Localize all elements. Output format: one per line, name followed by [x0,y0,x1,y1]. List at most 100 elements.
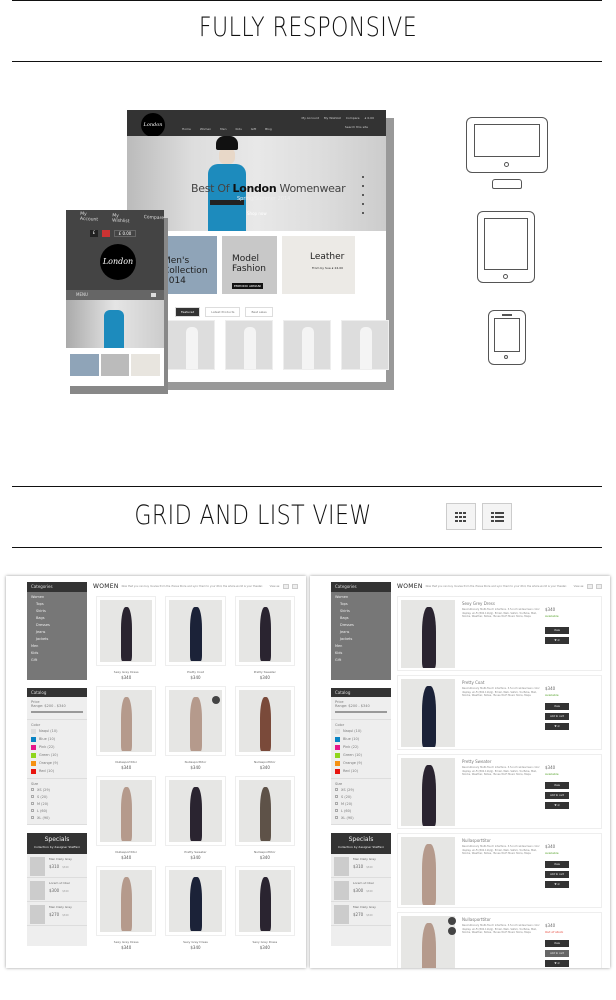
product-card[interactable]: Nullasporttitor $340 [234,686,295,770]
size-option[interactable]: M (20) [335,800,387,807]
category-item[interactable]: Women [31,594,83,601]
list-view-button[interactable] [482,503,512,530]
category-item[interactable]: Dresses [335,622,387,629]
color-option[interactable]: Green (10) [31,751,83,759]
product-name[interactable]: Nullasporttitor [165,760,225,764]
product-card[interactable]: Sexy Grey Dress $340 [165,866,226,950]
product-image[interactable] [401,916,455,968]
wishlist-button[interactable]: ♥ ⇄ [545,881,569,888]
category-item[interactable]: Skirts [31,608,83,615]
color-option[interactable]: Pink (22) [31,743,83,751]
special-item[interactable]: Men Daily Grey $270 $340 [27,902,87,926]
product-name[interactable]: Pretty Sweater [462,759,492,764]
product-name[interactable]: Sexy Grey Dress [462,601,495,606]
category-item[interactable]: Skirts [335,608,387,615]
color-option[interactable]: Red (10) [31,767,83,775]
size-option[interactable]: XS (29) [335,786,387,793]
size-option[interactable]: S (20) [335,793,387,800]
category-item[interactable]: Tops [335,601,387,608]
product-image[interactable] [165,776,226,846]
special-item[interactable]: Men Daily Grey $310 $340 [331,854,391,878]
category-item[interactable]: Tops [31,601,83,608]
product-name[interactable]: Nullasporttitor [462,838,491,843]
category-item[interactable]: Gift [31,657,83,664]
category-item[interactable]: Gift [335,657,387,664]
checkbox[interactable] [31,802,34,805]
category-item[interactable]: Kids [31,650,83,657]
product-image[interactable] [234,596,295,666]
product-image[interactable] [234,866,295,936]
product-card[interactable]: Pretty Sweater $340 [165,776,226,860]
product-name[interactable]: Pretty Coat [165,670,225,674]
checkbox[interactable] [335,809,338,812]
color-option[interactable]: Green (10) [335,751,387,759]
category-item[interactable]: Men [335,643,387,650]
size-option[interactable]: M (20) [31,800,83,807]
product-name[interactable]: Pretty Sweater [165,850,225,854]
size-option[interactable]: XL (90) [335,814,387,821]
checkbox[interactable] [335,816,338,819]
product-name[interactable]: Nullasporttitor [96,760,156,764]
category-item[interactable]: Men [31,643,83,650]
product-card[interactable]: Pretty Coat $340 [165,596,226,680]
product-card[interactable]: Nullasporttitor $340 [96,776,157,860]
view-button[interactable]: View [545,940,569,947]
checkbox[interactable] [31,816,34,819]
size-option[interactable]: L (60) [31,807,83,814]
product-image[interactable] [401,679,455,747]
category-item[interactable]: Bags [31,615,83,622]
special-item[interactable]: Men Daily Grey $270 $340 [331,902,391,926]
product-image[interactable] [401,600,455,668]
special-item[interactable]: Lorem ut liber $300 $340 [27,878,87,902]
category-item[interactable]: Jeans [31,629,83,636]
product-card[interactable]: Sexy Grey Dress $340 [96,596,157,680]
checkbox[interactable] [335,795,338,798]
checkbox[interactable] [31,788,34,791]
special-item[interactable]: Lorem ut liber $300 $340 [331,878,391,902]
color-option[interactable]: Naqul (10) [335,727,387,735]
product-image[interactable] [401,837,455,905]
category-item[interactable]: Jackets [335,636,387,643]
color-option[interactable]: Blue (10) [31,735,83,743]
product-name[interactable]: Pretty Sweater [235,670,295,674]
color-option[interactable]: Orange (9) [335,759,387,767]
checkbox[interactable] [335,788,338,791]
list-toggle[interactable] [292,583,298,589]
color-option[interactable]: Naqul (10) [31,727,83,735]
product-name[interactable]: Nullasporttitor [235,850,295,854]
product-card[interactable]: Nullasporttitor $340 [96,686,157,770]
product-name[interactable]: Sexy Grey Dress [96,670,156,674]
product-card[interactable]: Sexy Grey Dress $340 [96,866,157,950]
product-image[interactable] [165,596,226,666]
size-option[interactable]: XS (29) [31,786,83,793]
color-option[interactable]: Orange (9) [31,759,83,767]
view-button[interactable]: View [545,703,569,710]
category-item[interactable]: Kids [335,650,387,657]
category-item[interactable]: Women [335,594,387,601]
checkbox[interactable] [31,795,34,798]
price-slider[interactable] [31,711,83,713]
product-name[interactable]: Nullasporttitor [96,850,156,854]
product-image[interactable] [96,776,157,846]
grid-toggle[interactable] [283,583,289,589]
product-card[interactable]: Sexy Grey Dress $340 [234,866,295,950]
category-item[interactable]: Bags [335,615,387,622]
list-toggle[interactable] [596,583,602,589]
product-card[interactable]: Pretty Sweater $340 [234,596,295,680]
product-name[interactable]: Sexy Grey Dress [235,940,295,944]
category-item[interactable]: Jeans [335,629,387,636]
product-name[interactable]: Sexy Grey Dress [165,940,225,944]
add-to-cart-button[interactable]: Add to cart [545,950,569,957]
product-image[interactable] [234,686,295,756]
product-name[interactable]: Nullasporttitor [462,917,491,922]
product-image[interactable] [96,866,157,936]
color-option[interactable]: Blue (10) [335,735,387,743]
checkbox[interactable] [335,802,338,805]
size-option[interactable]: XL (90) [31,814,83,821]
product-name[interactable]: Sexy Grey Dress [96,940,156,944]
product-image[interactable] [165,866,226,936]
product-image[interactable] [401,758,455,826]
grid-view-button[interactable] [446,503,476,530]
product-card[interactable]: Nullasporttitor $340 [234,776,295,860]
checkbox[interactable] [31,809,34,812]
